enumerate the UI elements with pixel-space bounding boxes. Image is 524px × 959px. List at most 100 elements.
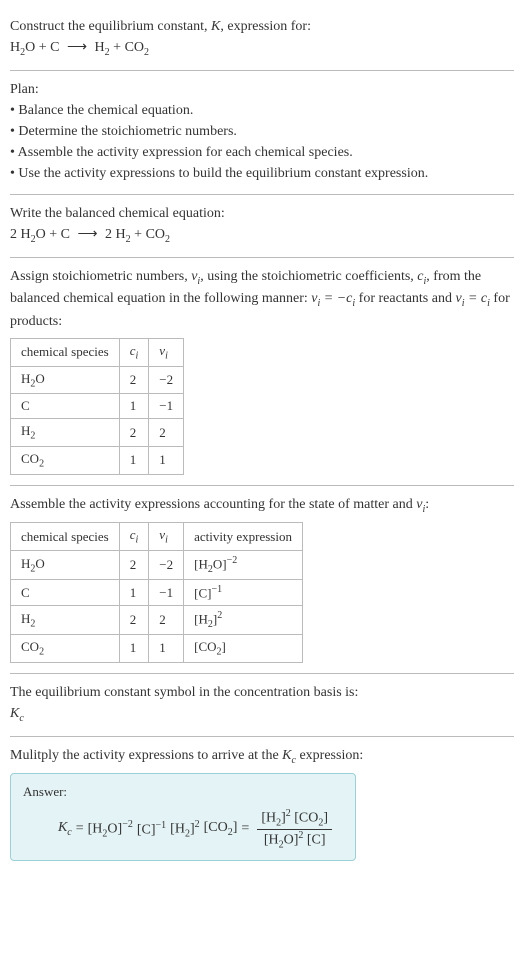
- cell-ci: 1: [119, 394, 149, 419]
- text: 2 H: [105, 227, 126, 242]
- text: H: [21, 371, 30, 386]
- balanced-equation: 2 H2O + C ⟶ 2 H2 + CO2: [10, 224, 514, 247]
- text: O]: [284, 832, 299, 847]
- text: Assemble the activity expressions accoun…: [10, 497, 416, 512]
- col-nu: νi: [149, 339, 184, 367]
- superscript: −2: [122, 819, 133, 830]
- kc-expression: Kc = [H2O]−2 [C]−1 [H2]2 [CO2] = [H2]2 […: [23, 808, 343, 850]
- text: , using the stoichiometric coefficients,: [200, 269, 417, 284]
- cell-nu: −1: [149, 579, 184, 605]
- superscript: 2: [286, 808, 291, 819]
- k-symbol: K: [282, 748, 291, 763]
- basis-text: The equilibrium constant symbol in the c…: [10, 682, 514, 703]
- cell-nu: −2: [149, 550, 184, 579]
- text: Assign stoichiometric numbers,: [10, 269, 191, 284]
- arrow-icon: ⟶: [73, 227, 101, 242]
- cell-nu: 2: [149, 606, 184, 635]
- cell-activity: [H2O]−2: [184, 550, 303, 579]
- basis-section: The equilibrium constant symbol in the c…: [10, 674, 514, 737]
- text: ]: [233, 820, 238, 835]
- subscript: 2: [144, 47, 149, 58]
- kc-symbol: Kc: [10, 703, 514, 726]
- subscript: i: [165, 535, 168, 546]
- activity-text: Assemble the activity expressions accoun…: [10, 494, 514, 517]
- cell-species: H2O: [11, 550, 120, 579]
- text: [C]: [307, 832, 326, 847]
- stoich-table: chemical species ci νi H2O 2 −2 C 1 −1 H…: [10, 338, 184, 474]
- text: H: [21, 556, 30, 571]
- plan-title: Plan:: [10, 79, 514, 100]
- subscript: i: [165, 351, 168, 362]
- superscript: 2: [195, 819, 200, 830]
- text: :: [425, 497, 429, 512]
- kc-lhs: Kc: [58, 820, 72, 838]
- plan-bullet: • Balance the chemical equation.: [10, 100, 514, 121]
- text: ]: [323, 811, 328, 826]
- col-species: chemical species: [11, 339, 120, 367]
- balanced-title: Write the balanced chemical equation:: [10, 203, 514, 224]
- text: O: [35, 371, 44, 386]
- col-ci: ci: [119, 523, 149, 551]
- cell-species: C: [11, 579, 120, 605]
- subscript: 2: [30, 618, 35, 629]
- final-text: Mulitply the activity expressions to arr…: [10, 745, 514, 768]
- unbalanced-equation: H2O + C ⟶ H2 + CO2: [10, 37, 514, 60]
- cell-activity: [C]−1: [184, 579, 303, 605]
- text: CO: [21, 451, 39, 466]
- subscript: 2: [165, 234, 170, 245]
- k-symbol: K: [58, 820, 67, 835]
- text: [H: [261, 811, 276, 826]
- cell-nu: −1: [149, 394, 184, 419]
- cell-nu: 2: [149, 419, 184, 447]
- text: C: [21, 585, 30, 600]
- rhs: H2 + CO2: [95, 40, 149, 55]
- answer-label: Answer:: [23, 784, 343, 800]
- text: [H: [194, 556, 208, 571]
- text: H: [10, 40, 20, 55]
- text: ]: [222, 639, 226, 654]
- fraction: [H2]2 [CO2] [H2O]2 [C]: [257, 808, 332, 850]
- superscript: 2: [298, 830, 303, 841]
- text: = −c: [320, 291, 352, 306]
- table-row: C 1 −1 [C]−1: [11, 579, 303, 605]
- subscript: c: [19, 713, 23, 724]
- text: 2 H: [10, 227, 31, 242]
- numerator: [H2]2 [CO2]: [257, 808, 332, 829]
- subscript: 2: [39, 647, 44, 658]
- cell-nu: −2: [149, 366, 184, 394]
- plan-bullet: • Use the activity expressions to build …: [10, 163, 514, 184]
- cell-species: CO2: [11, 446, 120, 474]
- balanced-section: Write the balanced chemical equation: 2 …: [10, 195, 514, 258]
- rhs: 2 H2 + CO2: [105, 227, 170, 242]
- term: [H2O]−2: [88, 819, 133, 839]
- table-row: CO2 1 1: [11, 446, 184, 474]
- cell-species: H2: [11, 419, 120, 447]
- text: C: [21, 398, 30, 413]
- prompt-line-1: Construct the equilibrium constant, K, e…: [10, 16, 514, 37]
- superscript: −1: [211, 584, 222, 595]
- text: [H: [194, 612, 208, 627]
- subscript: 2: [39, 459, 44, 470]
- arrow-icon: ⟶: [63, 40, 91, 55]
- text: CO: [21, 639, 39, 654]
- cell-species: C: [11, 394, 120, 419]
- cell-nu: 1: [149, 635, 184, 663]
- text: expression:: [296, 748, 363, 763]
- equals: =: [241, 821, 249, 837]
- text: H: [21, 611, 30, 626]
- text: [C]: [137, 823, 156, 838]
- subscript: 2: [30, 431, 35, 442]
- plan-bullet: • Assemble the activity expression for e…: [10, 142, 514, 163]
- equals: =: [76, 821, 84, 837]
- table-header-row: chemical species ci νi activity expressi…: [11, 523, 303, 551]
- text: [CO: [204, 820, 228, 835]
- col-species: chemical species: [11, 523, 120, 551]
- k-symbol: K: [211, 19, 220, 34]
- cell-ci: 2: [119, 606, 149, 635]
- text: [CO: [194, 639, 216, 654]
- text: [C]: [194, 585, 211, 600]
- table-row: CO2 1 1 [CO2]: [11, 635, 303, 663]
- col-activity: activity expression: [184, 523, 303, 551]
- cell-species: H2O: [11, 366, 120, 394]
- superscript: 2: [217, 610, 222, 621]
